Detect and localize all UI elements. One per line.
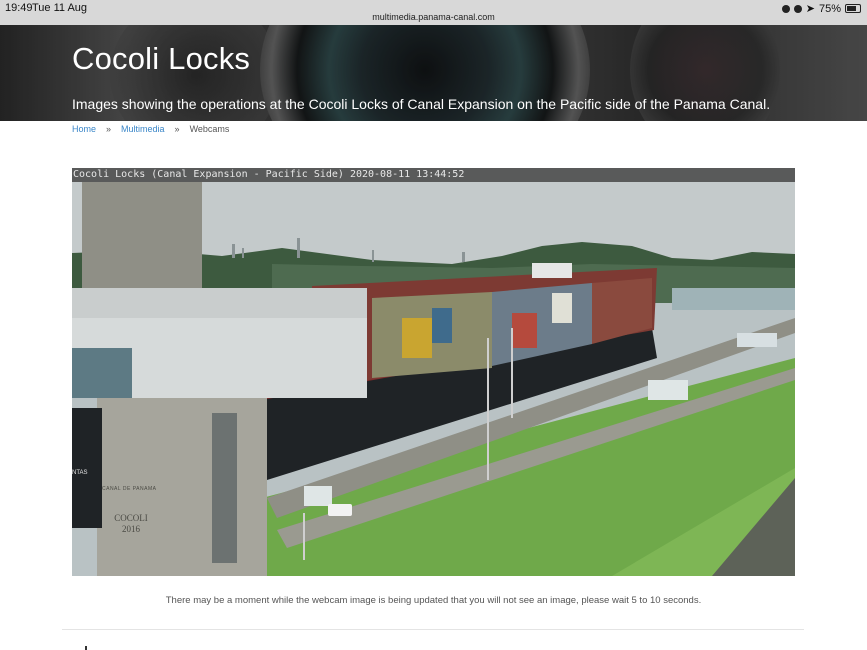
- page-subtitle: Images showing the operations at the Coc…: [72, 96, 771, 112]
- webcam-timestamp: Cocoli Locks (Canal Expansion - Pacific …: [72, 168, 795, 182]
- footer-marker: [85, 646, 87, 650]
- tower-text: COCOLI 2016: [114, 513, 148, 534]
- breadcrumb-current: Webcams: [189, 124, 230, 134]
- breadcrumb-separator: »: [106, 124, 112, 134]
- breadcrumb-separator: »: [174, 124, 180, 134]
- content-divider: [62, 629, 804, 630]
- battery-percent: 75%: [818, 2, 841, 15]
- status-indicators: ➤ 75%: [781, 2, 861, 15]
- breadcrumb-multimedia-link[interactable]: Multimedia: [121, 124, 165, 134]
- status-bar: 19:49 Tue 11 Aug multimedia.panama-canal…: [0, 0, 867, 25]
- breadcrumb: Home » Multimedia » Webcams: [72, 124, 229, 134]
- breadcrumb-home-link[interactable]: Home: [72, 124, 96, 134]
- webcam-scene: [72, 168, 795, 576]
- ship-name-text: NTAS: [72, 470, 88, 476]
- lock-rotation-icon: [793, 4, 802, 13]
- battery-icon: [845, 4, 861, 13]
- location-icon: ➤: [805, 3, 815, 15]
- hero-banner: Cocoli Locks Images showing the operatio…: [0, 25, 867, 121]
- wifi-icon: [781, 4, 790, 13]
- webcam-image: Cocoli Locks (Canal Expansion - Pacific …: [72, 168, 795, 576]
- tower-brand-text: CANAL DE PANAMA: [102, 486, 157, 492]
- webcam-caption: There may be a moment while the webcam i…: [165, 595, 702, 606]
- page-title: Cocoli Locks: [72, 41, 251, 76]
- address-bar-url[interactable]: multimedia.panama-canal.com: [0, 12, 867, 22]
